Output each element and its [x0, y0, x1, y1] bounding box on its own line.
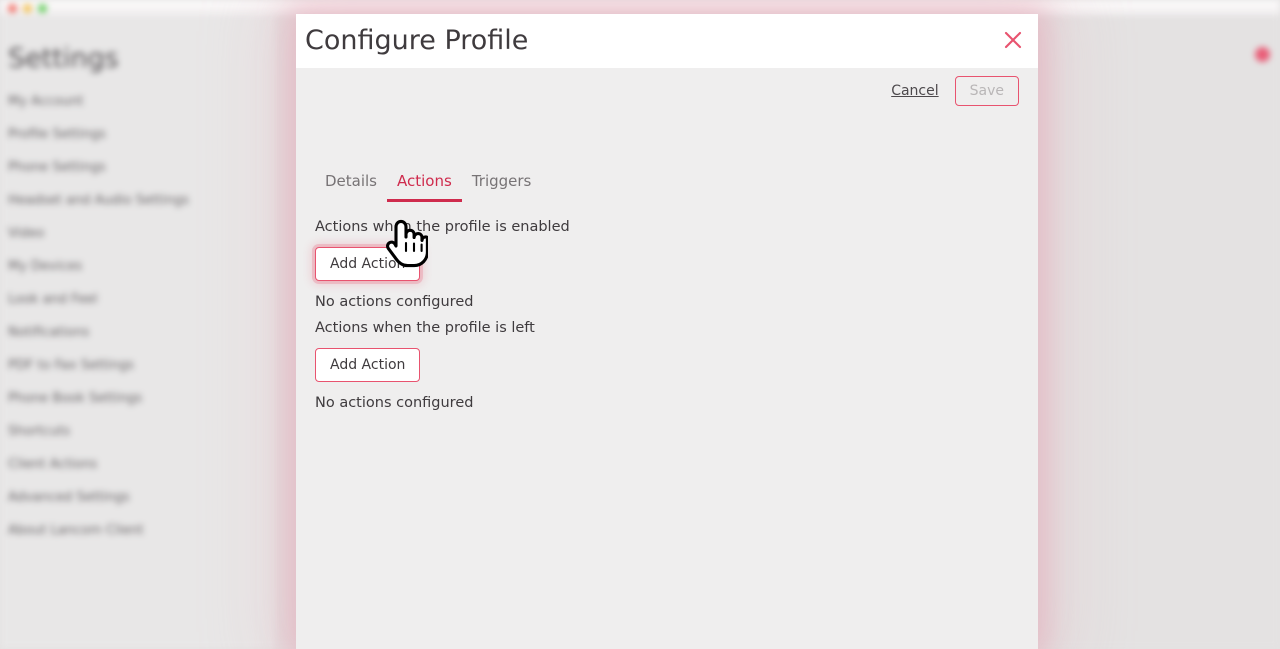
save-button[interactable]: Save: [954, 76, 1019, 106]
add-action-button-left[interactable]: Add Action: [315, 348, 421, 382]
add-action-button-enabled[interactable]: Add Action: [315, 247, 421, 281]
close-icon[interactable]: [1000, 27, 1026, 53]
section-profile-left: Actions when the profile is left Add Act…: [315, 320, 535, 411]
section-profile-enabled: Actions when the profile is enabled Add …: [315, 219, 570, 310]
no-actions-text-left: No actions configured: [315, 395, 474, 411]
app-root: Settings My Account Profile Settings Pho…: [0, 0, 1280, 649]
modal-header: Configure Profile: [296, 14, 1038, 68]
configure-profile-modal: Configure Profile Cancel Save Details Ac…: [296, 14, 1038, 649]
modal-title: Configure Profile: [305, 25, 529, 56]
cancel-button[interactable]: Cancel: [889, 79, 940, 103]
tab-details[interactable]: Details: [315, 172, 387, 202]
modal-tabs: Details Actions Triggers: [315, 172, 541, 202]
section-enabled-label: Actions when the profile is enabled: [315, 219, 570, 235]
tab-triggers[interactable]: Triggers: [462, 172, 542, 202]
no-actions-text-enabled: No actions configured: [315, 294, 474, 310]
tab-actions[interactable]: Actions: [387, 172, 462, 202]
section-left-label: Actions when the profile is left: [315, 320, 535, 336]
modal-body: Cancel Save Details Actions Triggers Act…: [296, 68, 1038, 649]
modal-action-bar: Cancel Save: [889, 76, 1019, 106]
